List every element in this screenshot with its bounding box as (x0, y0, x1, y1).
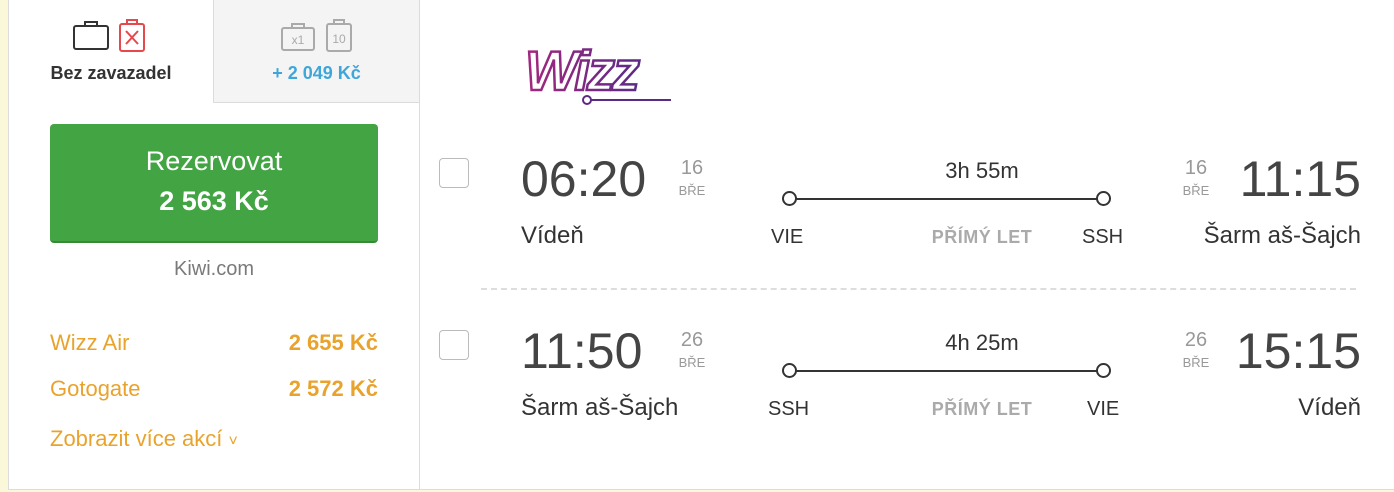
destination-dot-icon (1096, 363, 1111, 378)
tab-with-baggage-price: + 2 049 Kč (272, 63, 361, 83)
booking-panel: Bez zavazadel x1 10 + 2 049 Kč Rezervova… (9, 0, 420, 490)
departure-date: 16 BŘE (677, 158, 707, 197)
route-line (789, 370, 1105, 372)
arrival-date: 16 BŘE (1181, 158, 1211, 197)
flight-duration: 3h 55m (945, 158, 1019, 183)
logo-wordmark: Wizz (525, 39, 640, 102)
arrival-day: 16 (1184, 157, 1208, 179)
arrival-time: 15:15 (1235, 323, 1361, 379)
checked-bag-weight-icon: 10 (325, 19, 352, 52)
arrival-city: Šarm aš-Šajch (1203, 222, 1361, 249)
departure-day: 26 (680, 329, 704, 351)
arrival-iata: VIE (1087, 398, 1120, 420)
provider-name: Kiwi.com (173, 258, 254, 280)
arrival-iata: SSH (1082, 226, 1124, 248)
departure-iata: SSH (768, 398, 810, 420)
flight-segment-return: 11:50 26 BŘE Šarm aš-Šajch 4h 25m SSH PŘ… (419, 326, 1394, 482)
tab-no-baggage-label: Bez zavazadel (50, 63, 172, 83)
tab-no-baggage[interactable]: Bez zavazadel (9, 0, 214, 103)
checked-kg-text: 10 (332, 32, 346, 46)
departure-date: 26 BŘE (677, 330, 707, 369)
arrival-date: 26 BŘE (1181, 330, 1211, 369)
direct-flight-label: PŘÍMÝ LET (931, 399, 1033, 419)
arrival-month: BŘE (1182, 183, 1210, 198)
departure-city: Šarm aš-Šajch (521, 394, 679, 421)
direct-flight-label: PŘÍMÝ LET (931, 227, 1033, 247)
book-button[interactable]: Rezervovat 2 563 Kč (50, 124, 378, 243)
offer-price: 2 655 Kč (288, 330, 378, 355)
cabin-bag-count-icon: x1 10 (280, 19, 352, 52)
departure-month: BŘE (678, 355, 706, 370)
cabin-bag-icon (73, 19, 145, 52)
chevron-down-icon: ˅ (228, 433, 238, 450)
show-more-label: Zobrazit více akcí (50, 426, 223, 451)
offer-row-gotogate[interactable]: Gotogate 2 572 Kč (50, 376, 378, 402)
baggage-icons (9, 18, 213, 54)
flight-duration: 4h 25m (945, 330, 1019, 355)
route-line (789, 198, 1105, 200)
offer-provider: Wizz Air (50, 330, 130, 355)
departure-day: 16 (680, 157, 704, 179)
arrival-city: Vídeň (1298, 394, 1361, 421)
departure-time: 11:50 (521, 323, 643, 379)
segment-divider (481, 288, 1356, 290)
book-button-price: 2 563 Kč (159, 186, 269, 216)
arrival-month: BŘE (1182, 355, 1210, 370)
arrival-day: 26 (1184, 329, 1208, 351)
baggage-icons-gray: x1 10 (214, 18, 419, 54)
departure-time: 06:20 (521, 151, 647, 207)
departure-month: BŘE (678, 183, 706, 198)
book-button-label: Rezervovat (145, 146, 283, 176)
departure-iata: VIE (771, 226, 804, 248)
origin-dot-icon (782, 363, 797, 378)
select-segment-checkbox[interactable] (439, 330, 469, 360)
cabin-count-text: x1 (291, 33, 304, 47)
no-checked-bag-icon (119, 19, 145, 52)
departure-city: Vídeň (521, 222, 584, 249)
select-segment-checkbox[interactable] (439, 158, 469, 188)
offer-row-wizz[interactable]: Wizz Air 2 655 Kč (50, 330, 378, 356)
destination-dot-icon (1096, 191, 1111, 206)
offer-price: 2 572 Kč (288, 376, 378, 401)
arrival-time: 11:15 (1239, 151, 1361, 207)
show-more-offers-link[interactable]: Zobrazit více akcí ˅ (50, 426, 238, 452)
offer-provider: Gotogate (50, 376, 141, 401)
tab-with-baggage[interactable]: x1 10 + 2 049 Kč (214, 0, 419, 103)
flight-result-card: Bez zavazadel x1 10 + 2 049 Kč Rezervova… (8, 0, 1394, 490)
origin-dot-icon (782, 191, 797, 206)
wizz-air-logo: Wizz (524, 38, 671, 105)
